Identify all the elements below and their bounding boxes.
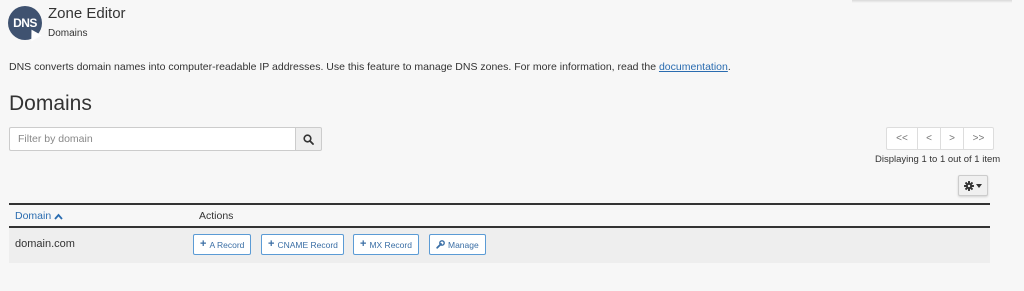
page-title: Domains — [9, 92, 92, 115]
last-page-button[interactable]: >> — [963, 127, 994, 150]
plus-icon: + — [268, 238, 275, 250]
intro-suffix: . — [727, 61, 731, 73]
top-edge-shadow — [852, 0, 1012, 3]
mx-record-label: MX Record — [369, 239, 412, 250]
app-title: Zone Editor — [48, 5, 126, 22]
prev-page-button[interactable]: < — [917, 127, 941, 150]
search-icon — [303, 133, 314, 145]
table-header: Domain Actions — [9, 203, 990, 228]
cname-record-label: CNAME Record — [277, 239, 338, 250]
domain-column-label: Domain — [15, 210, 52, 222]
actions-column-header: Actions — [199, 210, 234, 222]
add-cname-record-button[interactable]: + CNAME Record — [261, 234, 344, 255]
intro-body: DNS converts domain names into computer-… — [9, 61, 659, 73]
next-page-button[interactable]: > — [940, 127, 964, 150]
add-mx-record-button[interactable]: + MX Record — [353, 234, 419, 255]
a-record-label: A Record — [209, 239, 245, 250]
first-page-button[interactable]: << — [886, 127, 918, 150]
manage-button[interactable]: Manage — [429, 234, 486, 255]
filter-domain-input[interactable] — [9, 127, 295, 151]
documentation-link[interactable]: documentation — [659, 61, 728, 73]
app-subtitle: Domains — [48, 28, 88, 39]
search-button[interactable] — [295, 127, 322, 151]
plus-icon: + — [360, 238, 367, 250]
pagination: << < > >> — [886, 127, 994, 150]
sort-ascending-icon — [54, 213, 63, 220]
row-actions: + A Record + CNAME Record + MX Record Ma… — [193, 234, 486, 255]
intro-text: DNS converts domain names into computer-… — [9, 61, 731, 73]
dns-app-icon: DNS — [8, 6, 42, 42]
manage-label: Manage — [448, 239, 479, 250]
chevron-down-icon — [976, 183, 982, 188]
add-a-record-button[interactable]: + A Record — [193, 234, 251, 255]
plus-icon: + — [200, 238, 207, 250]
table-settings-button[interactable] — [958, 175, 988, 196]
table-row: domain.com + A Record + CNAME Record + M… — [9, 228, 990, 263]
domain-column-header[interactable]: Domain — [15, 210, 63, 222]
domains-table: Domain Actions domain.com + A Record + C… — [9, 203, 990, 263]
domain-cell: domain.com — [15, 238, 75, 250]
gear-icon — [964, 180, 974, 191]
wrench-icon — [436, 240, 445, 249]
pagination-status: Displaying 1 to 1 out of 1 item — [875, 154, 1001, 165]
